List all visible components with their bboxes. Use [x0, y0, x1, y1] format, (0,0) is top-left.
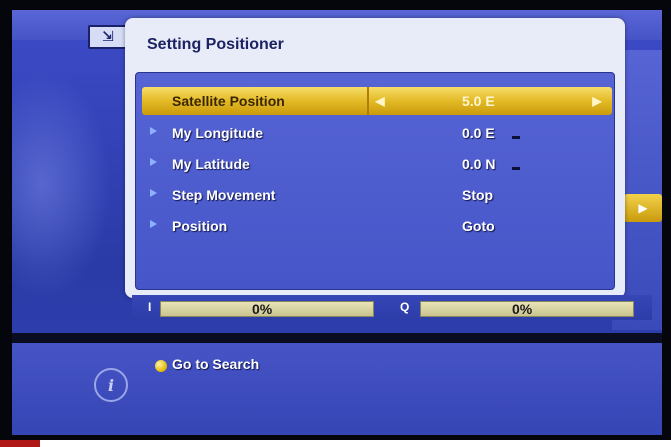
- bullet-icon: [150, 189, 157, 197]
- row-satellite-position[interactable]: Satellite Position ◀ 5.0 E ▶: [142, 87, 612, 115]
- row-label: Satellite Position: [172, 93, 285, 109]
- signal-quality-label: Q: [400, 300, 410, 314]
- row-value: Goto: [462, 218, 495, 234]
- signal-level-percent: 0%: [252, 301, 273, 317]
- row-value: Stop: [462, 187, 494, 203]
- row-step-movement[interactable]: Step Movement Stop: [142, 181, 612, 209]
- row-my-latitude[interactable]: My Latitude 0.0 N: [142, 150, 612, 178]
- bullet-icon: [150, 220, 157, 228]
- corner-mark: [0, 440, 40, 447]
- arrow-left-icon[interactable]: ◀: [370, 91, 390, 111]
- bullet-icon: [150, 158, 157, 166]
- signal-quality-percent: 0%: [512, 301, 533, 317]
- bullet-icon: [150, 127, 157, 135]
- yellow-button-icon: [155, 360, 167, 372]
- edit-cursor: [512, 136, 520, 139]
- row-label: My Latitude: [172, 156, 250, 172]
- positioner-dialog: Setting Positioner Satellite Position ◀ …: [125, 18, 625, 298]
- row-label: My Longitude: [172, 125, 263, 141]
- row-value: 5.0 E: [462, 93, 495, 109]
- page-right-arrow-icon[interactable]: ▶: [624, 194, 662, 222]
- hint-go-to-search: Go to Search: [172, 356, 260, 372]
- info-icon: i: [94, 368, 128, 402]
- signal-level-label: I: [148, 300, 152, 314]
- row-divider: [367, 87, 369, 115]
- row-my-longitude[interactable]: My Longitude 0.0 E: [142, 119, 612, 147]
- row-label: Position: [172, 218, 228, 234]
- row-value: 0.0 N: [462, 156, 496, 172]
- edit-cursor: [512, 167, 520, 170]
- dialog-title: Setting Positioner: [147, 36, 284, 53]
- row-position[interactable]: Position Goto: [142, 212, 612, 240]
- settings-list: Satellite Position ◀ 5.0 E ▶ My Longitud…: [135, 72, 615, 290]
- info-divider: [12, 333, 662, 343]
- background-glow: [12, 70, 112, 300]
- tv-screen: ▶ ⇲ Setting Positioner Satellite Positio…: [12, 10, 662, 435]
- tv-frame: ▶ ⇲ Setting Positioner Satellite Positio…: [0, 0, 671, 440]
- row-value: 0.0 E: [462, 125, 495, 141]
- row-label: Step Movement: [172, 187, 276, 203]
- arrow-right-icon[interactable]: ▶: [587, 91, 607, 111]
- menu-icon: ⇲: [88, 25, 128, 49]
